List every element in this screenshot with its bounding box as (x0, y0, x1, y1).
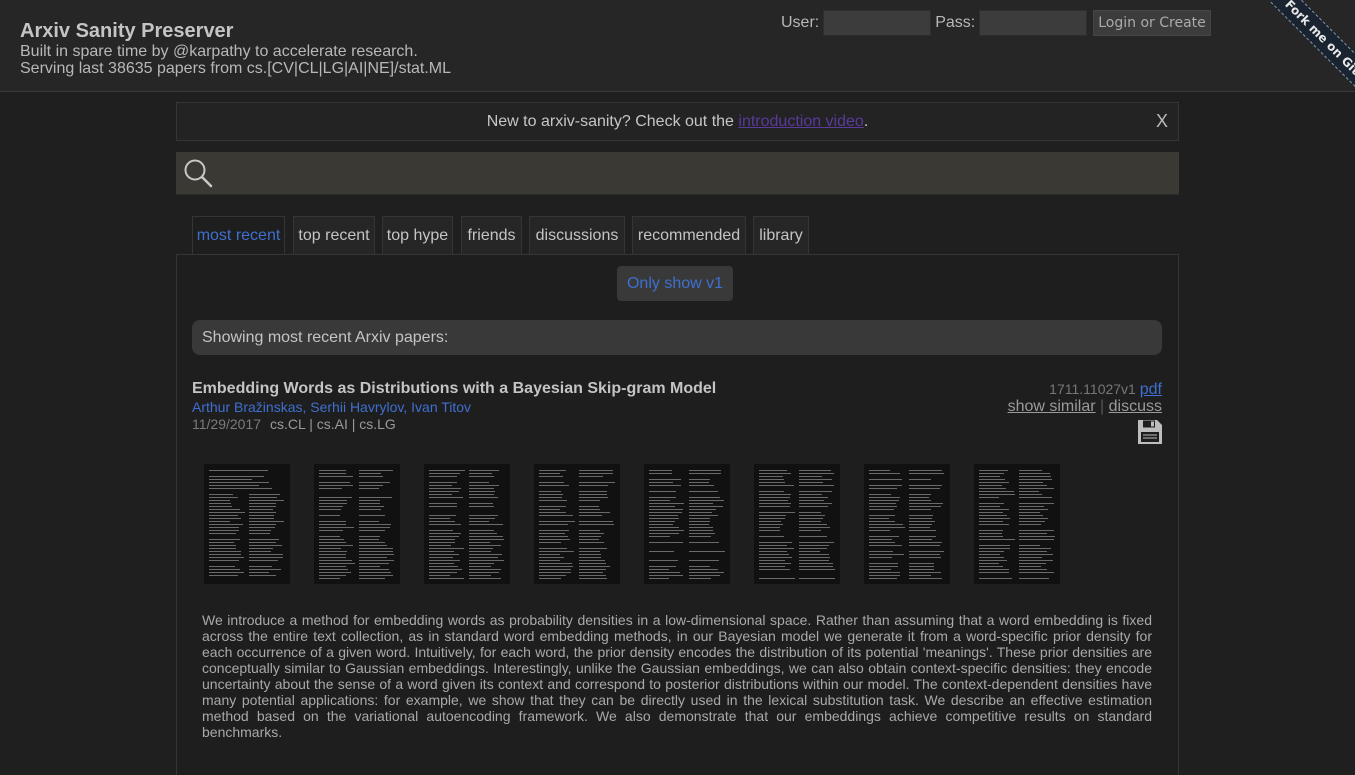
tagline-author: Built in spare time by @karpathy to acce… (20, 43, 418, 60)
tab-recommended[interactable]: recommended (632, 216, 746, 254)
login-button[interactable]: Login or Create (1093, 10, 1211, 36)
paper-authors[interactable]: Arthur Bražinskas, Serhii Havrylov, Ivan… (192, 399, 471, 415)
site-title[interactable]: Arxiv Sanity Preserver (20, 20, 233, 43)
paper-id: 1711.11027v1 (1049, 381, 1136, 397)
tab-top-recent[interactable]: top recent (293, 216, 375, 254)
password-input[interactable] (979, 10, 1088, 36)
show-similar-link[interactable]: show similar (1008, 398, 1096, 415)
page-thumbnail[interactable] (314, 464, 400, 584)
page-thumbnail[interactable] (754, 464, 840, 584)
search-icon (184, 159, 213, 188)
page-thumbnail[interactable] (424, 464, 510, 584)
paper-date: 11/29/2017 (192, 416, 262, 432)
search-input[interactable] (220, 158, 1164, 190)
paper-categories: cs.CL | cs.AI | cs.LG (270, 416, 396, 432)
paper-title[interactable]: Embedding Words as Distributions with a … (192, 380, 716, 398)
pdf-link[interactable]: pdf (1140, 381, 1162, 398)
page-thumbnail[interactable] (644, 464, 730, 584)
paper-actions: show similar | discuss (1008, 398, 1162, 416)
save-icon[interactable] (1137, 419, 1163, 445)
discuss-link[interactable]: discuss (1109, 398, 1162, 415)
paper-abstract: We introduce a method for embedding word… (202, 612, 1152, 740)
page-thumbnail[interactable] (204, 464, 290, 584)
search-bar (176, 152, 1179, 195)
tab-library[interactable]: library (753, 216, 809, 254)
intro-text: New to arxiv-sanity? Check out the (486, 113, 739, 130)
pass-label: Pass: (935, 14, 976, 31)
only-v1-toggle[interactable]: Only show v1 (617, 266, 733, 301)
tab-discussions[interactable]: discussions (529, 216, 625, 254)
paper-id-row: 1711.11027v1 pdf (1049, 381, 1162, 399)
user-label: User: (781, 14, 820, 31)
header: Arxiv Sanity Preserver Built in spare ti… (0, 0, 1355, 109)
intro-video-link[interactable]: introduction video (738, 113, 863, 130)
close-banner-button[interactable]: X (1156, 103, 1168, 140)
page-thumbnail[interactable] (534, 464, 620, 584)
github-ribbon: Fork me on GitHub (1205, 0, 1355, 150)
username-input[interactable] (823, 10, 932, 36)
paper-meta: 11/29/2017 cs.CL | cs.AI | cs.LG (192, 416, 396, 432)
tagline-papers: Serving last 38635 papers from cs.[CV|CL… (20, 60, 452, 77)
tab-most-recent[interactable]: most recent (192, 216, 285, 254)
showing-label: Showing most recent Arxiv papers: (192, 320, 1162, 355)
page-thumbnail[interactable] (864, 464, 950, 584)
intro-period: . (863, 113, 869, 130)
tab-top-hype[interactable]: top hype (382, 216, 453, 254)
fork-github-link[interactable]: Fork me on GitHub (1270, 0, 1355, 109)
tab-friends[interactable]: friends (461, 216, 522, 254)
action-separator: | (1100, 398, 1105, 415)
intro-banner: New to arxiv-sanity? Check out the intro… (176, 102, 1179, 141)
page-thumbnail[interactable] (974, 464, 1060, 584)
login-form: User: Pass: Login or Create (781, 10, 1211, 36)
